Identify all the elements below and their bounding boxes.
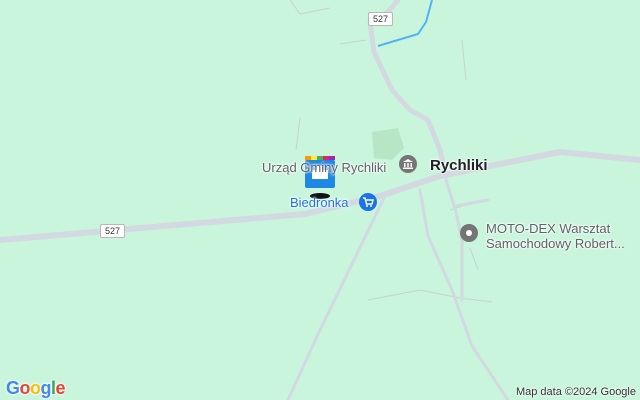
place-pin-icon[interactable] [460, 224, 478, 242]
park-area [372, 128, 404, 160]
logo-letter: o [30, 378, 41, 398]
poi-label-motodex-line1[interactable]: MOTO-DEX Warsztat [486, 221, 610, 236]
google-logo[interactable]: Google [6, 378, 66, 399]
map-canvas[interactable]: 527 527 Urząd Gminy Rychliki Rychliki Bi… [0, 0, 640, 400]
map-attribution[interactable]: Map data ©2024 Google [516, 386, 636, 398]
pin-glyph [466, 230, 472, 236]
town-label-rychliki[interactable]: Rychliki [430, 157, 488, 174]
poi-label-motodex-line2[interactable]: Samochodowy Robert... [486, 236, 625, 251]
cart-glyph [363, 197, 374, 207]
logo-letter: e [55, 378, 66, 398]
road-shield-west: 527 [100, 224, 126, 238]
logo-letter: G [6, 378, 20, 398]
logo-letter: g [40, 378, 52, 398]
logo-letter: o [19, 378, 31, 398]
poi-label-biedronka[interactable]: Biedronka [290, 195, 349, 210]
government-building-icon[interactable] [399, 155, 417, 173]
bank-glyph [403, 159, 413, 169]
poi-label-urzad-gminy[interactable]: Urząd Gminy Rychliki [262, 160, 386, 175]
shopping-cart-icon[interactable] [359, 193, 377, 211]
road-shield-north: 527 [368, 12, 394, 26]
